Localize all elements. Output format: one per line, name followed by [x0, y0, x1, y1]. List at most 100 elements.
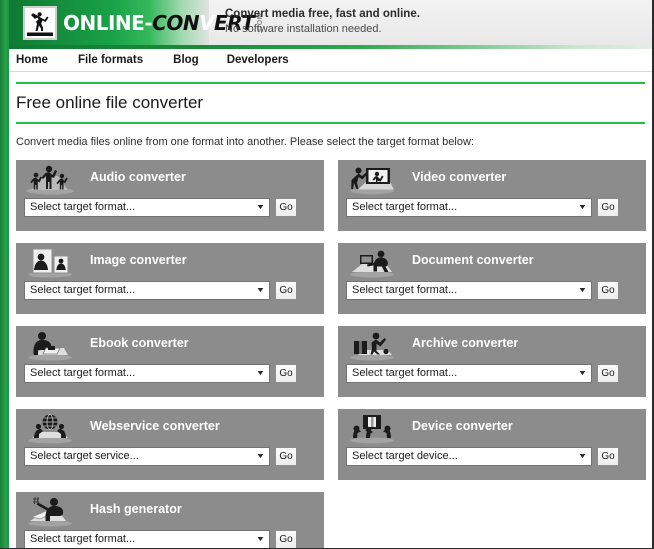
card-title: Webservice converter	[90, 419, 220, 433]
divider-green-below-title	[16, 122, 645, 124]
card-header: Audio converter	[16, 160, 324, 196]
card-image-converter[interactable]: Image converter Select target format... …	[16, 243, 324, 314]
chevron-down-icon: ▼	[577, 204, 588, 211]
select-value: Select target service...	[30, 450, 139, 462]
archive-box-person-icon	[344, 328, 400, 362]
go-button[interactable]: Go	[597, 447, 619, 466]
image-two-photos-icon	[22, 245, 78, 279]
card-device-converter[interactable]: Device converter Select target device...…	[338, 409, 646, 480]
main-nav: Home File formats Blog Developers	[9, 49, 652, 71]
go-button[interactable]: Go	[597, 281, 619, 300]
target-format-select[interactable]: Select target format... ▼	[24, 364, 270, 383]
page-root: ONLINE-CONVERT .COM Convert media free, …	[0, 0, 654, 549]
chevron-down-icon: ▼	[577, 287, 588, 294]
logo-v: V	[199, 11, 215, 35]
converter-grid: Audio converter Select target format... …	[16, 160, 646, 548]
divider-green-above-title	[16, 82, 645, 84]
chevron-down-icon: ▼	[255, 370, 266, 377]
card-title: Archive converter	[412, 336, 519, 350]
go-button[interactable]: Go	[275, 364, 297, 383]
card-title: Document converter	[412, 253, 534, 267]
target-format-select[interactable]: Select target format... ▼	[346, 281, 592, 300]
card-controls: Select target format... ▼ Go	[24, 198, 297, 217]
card-controls: Select target format... ▼ Go	[24, 281, 297, 300]
nav-item-blog[interactable]: Blog	[173, 54, 199, 66]
card-audio-converter[interactable]: Audio converter Select target format... …	[16, 160, 324, 231]
main-content: Free online file converter Convert media…	[9, 72, 652, 548]
card-video-converter[interactable]: Video converter Select target format... …	[338, 160, 646, 231]
chevron-down-icon: ▼	[577, 370, 588, 377]
target-format-select[interactable]: Select target format... ▼	[346, 198, 592, 217]
card-title: Video converter	[412, 170, 507, 184]
logo-dash: -	[144, 11, 153, 35]
chevron-down-icon: ▼	[255, 453, 266, 460]
card-controls: Select target device... ▼ Go	[346, 447, 619, 466]
site-header: ONLINE-CONVERT .COM Convert media free, …	[9, 0, 652, 45]
target-format-select[interactable]: Select target format... ▼	[24, 530, 270, 548]
card-controls: Select target format... ▼ Go	[24, 530, 297, 548]
card-header: Archive converter	[338, 326, 646, 362]
card-controls: Select target service... ▼ Go	[24, 447, 297, 466]
go-button[interactable]: Go	[275, 281, 297, 300]
card-header: Ebook converter	[16, 326, 324, 362]
document-person-at-desk-icon	[344, 245, 400, 279]
select-value: Select target format...	[30, 284, 136, 296]
target-service-select[interactable]: Select target service... ▼	[24, 447, 270, 466]
select-value: Select target format...	[352, 201, 458, 213]
ebook-person-reading-icon	[22, 328, 78, 362]
card-document-converter[interactable]: Document converter Select target format.…	[338, 243, 646, 314]
page-title: Free online file converter	[16, 93, 204, 112]
card-header: Document converter	[338, 243, 646, 279]
card-archive-converter[interactable]: Archive converter Select target format..…	[338, 326, 646, 397]
logo-con: CON	[152, 11, 200, 35]
card-controls: Select target format... ▼ Go	[346, 198, 619, 217]
target-device-select[interactable]: Select target device... ▼	[346, 447, 592, 466]
select-value: Select target format...	[352, 284, 458, 296]
person-jumping-icon	[23, 6, 57, 40]
select-value: Select target format...	[30, 201, 136, 213]
card-controls: Select target format... ▼ Go	[346, 281, 619, 300]
go-button[interactable]: Go	[597, 364, 619, 383]
select-value: Select target format...	[30, 367, 136, 379]
chevron-down-icon: ▼	[255, 287, 266, 294]
target-format-select[interactable]: Select target format... ▼	[24, 198, 270, 217]
logo-online: ONLINE	[63, 11, 145, 35]
video-camera-monitor-icon	[344, 162, 400, 196]
card-controls: Select target format... ▼ Go	[24, 364, 297, 383]
card-header: Webservice converter	[16, 409, 324, 445]
select-value: Select target format...	[30, 533, 136, 545]
hash-person-writing-icon	[22, 494, 78, 528]
card-header: Image converter	[16, 243, 324, 279]
go-button[interactable]: Go	[275, 447, 297, 466]
device-screen-icon	[344, 411, 400, 445]
left-green-rail	[0, 0, 9, 548]
card-hash-generator[interactable]: Hash generator Select target format... ▼…	[16, 492, 324, 548]
nav-item-file-formats[interactable]: File formats	[78, 54, 143, 66]
select-value: Select target format...	[352, 367, 458, 379]
card-title: Image converter	[90, 253, 187, 267]
tagline-line-2: No software installation needed.	[225, 23, 382, 35]
card-title: Ebook converter	[90, 336, 189, 350]
intro-text: Convert media files online from one form…	[16, 136, 474, 148]
card-title: Device converter	[412, 419, 513, 433]
select-value: Select target device...	[352, 450, 458, 462]
card-controls: Select target format... ▼ Go	[346, 364, 619, 383]
chevron-down-icon: ▼	[255, 536, 266, 543]
header-tagline: Convert media free, fast and online. No …	[225, 7, 420, 37]
nav-item-home[interactable]: Home	[16, 54, 48, 66]
card-ebook-converter[interactable]: Ebook converter Select target format... …	[16, 326, 324, 397]
target-format-select[interactable]: Select target format... ▼	[24, 281, 270, 300]
audio-people-dancing-icon	[22, 162, 78, 196]
card-header: Device converter	[338, 409, 646, 445]
card-header: Hash generator	[16, 492, 324, 528]
card-webservice-converter[interactable]: Webservice converter Select target servi…	[16, 409, 324, 480]
chevron-down-icon: ▼	[577, 453, 588, 460]
go-button[interactable]: Go	[275, 530, 297, 548]
go-button[interactable]: Go	[597, 198, 619, 217]
nav-item-developers[interactable]: Developers	[227, 54, 289, 66]
card-title: Hash generator	[90, 502, 182, 516]
target-format-select[interactable]: Select target format... ▼	[346, 364, 592, 383]
go-button[interactable]: Go	[275, 198, 297, 217]
card-title: Audio converter	[90, 170, 186, 184]
chevron-down-icon: ▼	[255, 204, 266, 211]
